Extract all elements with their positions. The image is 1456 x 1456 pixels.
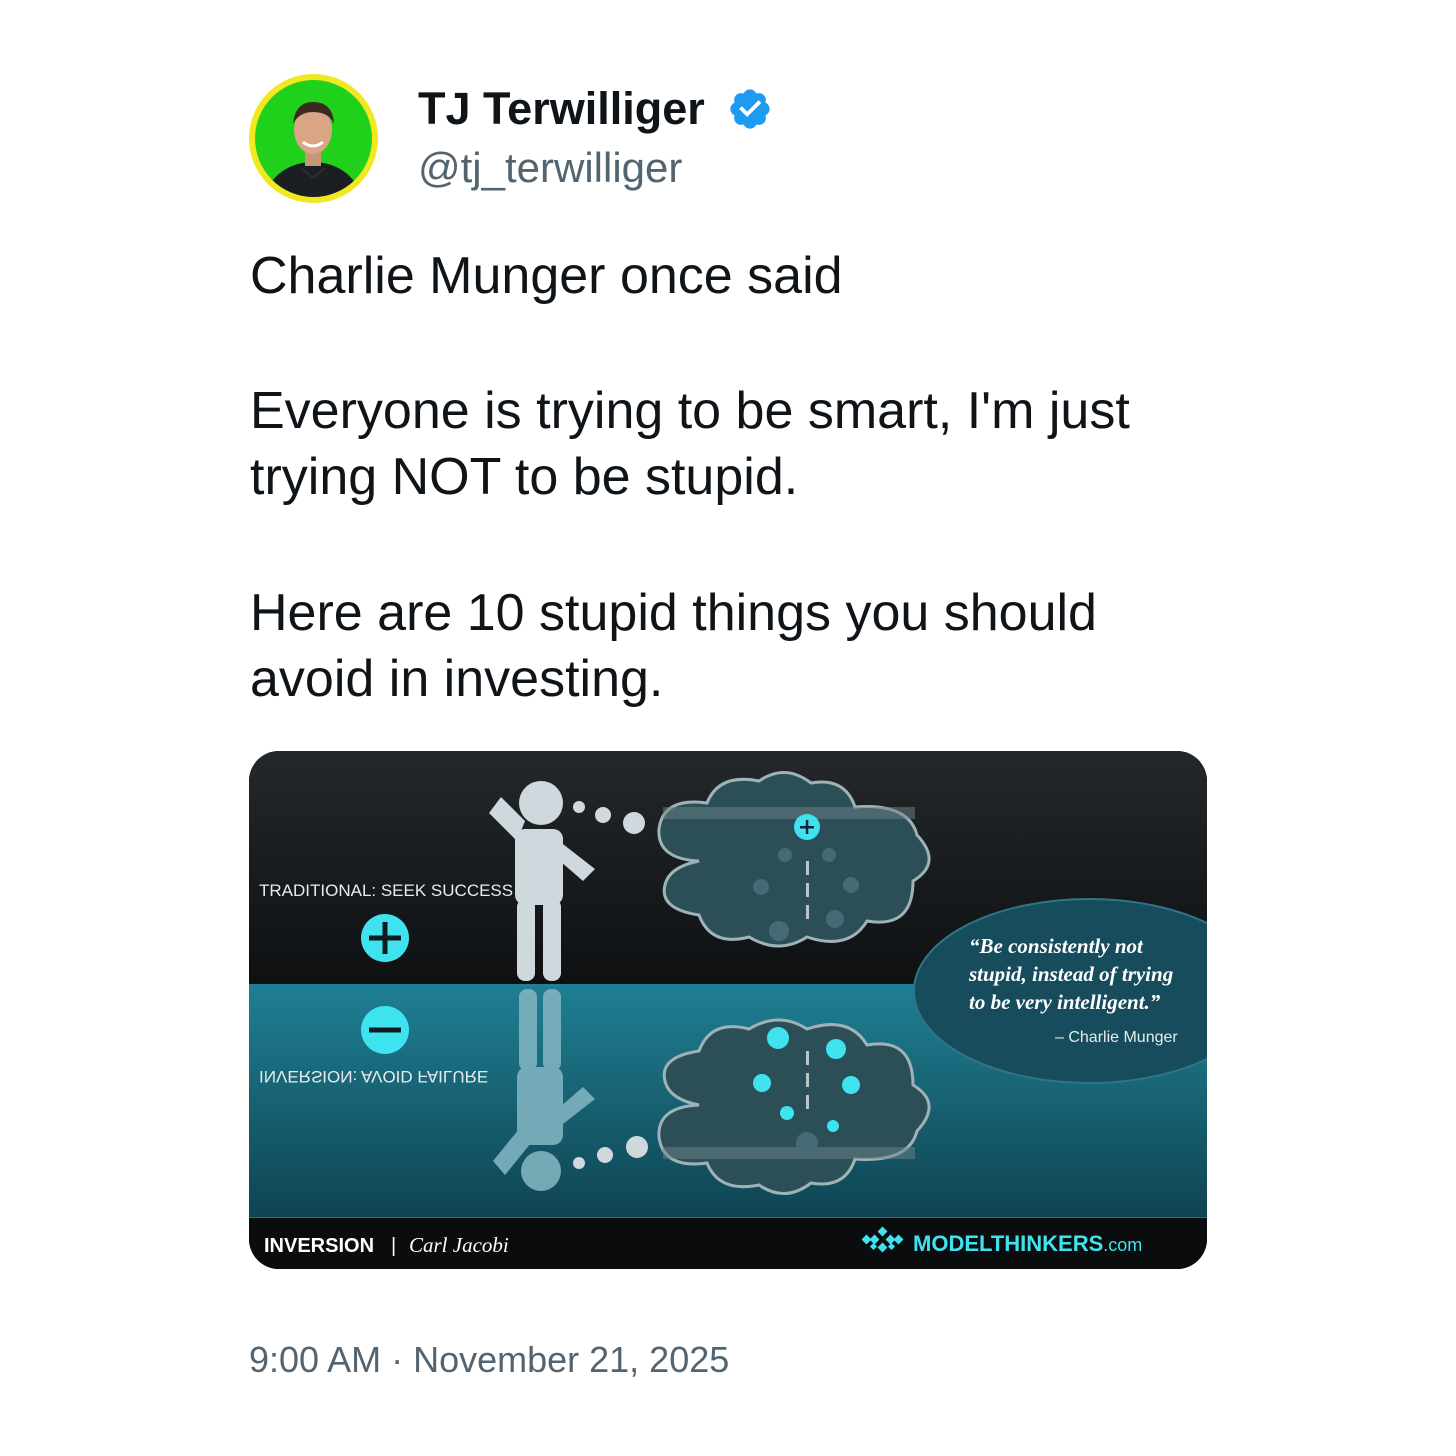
avatar-photo [255, 80, 372, 197]
footer-title: INVERSION [264, 1235, 374, 1257]
display-name[interactable]: TJ Terwilliger [418, 82, 705, 136]
tweet-text-line: Everyone is trying to be smart, I'm just… [250, 382, 1130, 506]
verified-badge-icon [730, 89, 770, 129]
quote-line: stupid, instead of trying [968, 962, 1173, 986]
tweet-text-line: Here are 10 stupid things you should avo… [250, 584, 1097, 708]
brand-wordmark: MODELTHINKERS.com [913, 1231, 1142, 1256]
footer-subtitle: Carl Jacobi [409, 1233, 509, 1257]
tweet-text-line: Charlie Munger once said [250, 247, 843, 305]
quote-author: – Charlie Munger [1055, 1029, 1178, 1046]
tweet-media-image[interactable]: TRADITIONAL: SEEK SUCCESS INVERSION: AVO… [249, 751, 1207, 1269]
quote-line: to be very intelligent.” [969, 990, 1161, 1014]
traditional-label: TRADITIONAL: SEEK SUCCESS [259, 881, 513, 900]
tweet-timestamp[interactable]: 9:00 AM · November 21, 2025 [249, 1337, 729, 1383]
plus-icon [361, 914, 409, 962]
avatar[interactable] [249, 74, 378, 203]
quote-line: “Be consistently not [969, 934, 1144, 958]
footer-separator: | [391, 1235, 396, 1257]
user-handle[interactable]: @tj_terwilliger [418, 143, 682, 193]
inversion-label: INVERSION: AVOID FAILURE [259, 1067, 488, 1086]
minus-icon [361, 1006, 409, 1054]
